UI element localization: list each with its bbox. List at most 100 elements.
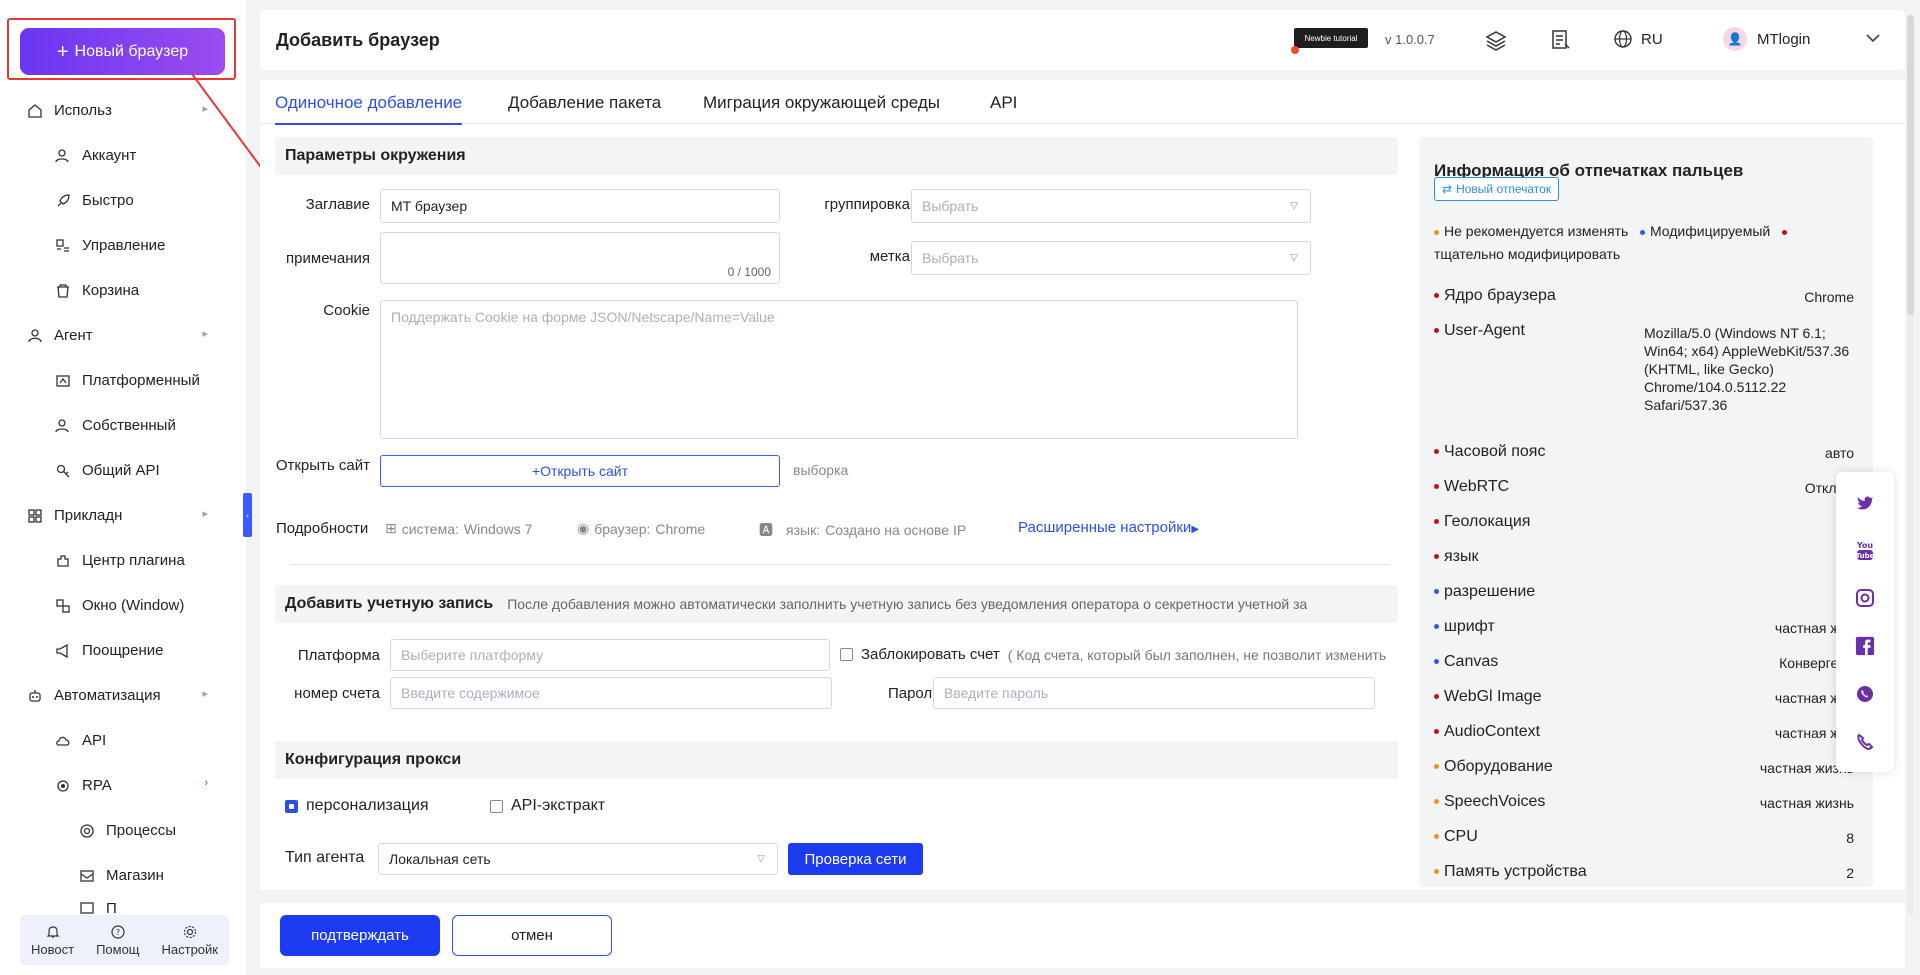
- tag-select[interactable]: Выбрать ▽: [911, 241, 1311, 275]
- document-list-icon[interactable]: [1549, 28, 1573, 52]
- sidebar-item-reward[interactable]: Поощрение: [0, 628, 246, 673]
- cloud-icon: [54, 732, 72, 750]
- name-input[interactable]: MT браузер: [380, 189, 780, 223]
- sidebar-item-api[interactable]: API: [0, 718, 246, 763]
- windows-icon: ⊞: [385, 520, 397, 536]
- twitter-icon[interactable]: [1855, 492, 1875, 512]
- fingerprint-panel: Информация об отпечатках пальцев ⇄ Новый…: [1419, 137, 1873, 887]
- fp-value: 2: [1846, 865, 1854, 881]
- sidebar-item-label: Магазин: [106, 867, 164, 884]
- network-check-button[interactable]: Проверка сети: [788, 843, 923, 875]
- account-number-input[interactable]: Введите содержимое: [390, 677, 832, 709]
- sidebar-item-label: Автоматизация: [54, 687, 161, 704]
- platform-label: Платформа: [297, 647, 380, 664]
- language-selector[interactable]: RU: [1613, 29, 1663, 49]
- sidebar-collapse-handle[interactable]: ‹: [243, 493, 252, 537]
- fp-row-hardware: Оборудование частная жизнь: [1434, 758, 1854, 782]
- lock-account-checkbox[interactable]: Заблокировать счет ( Код счета, который …: [840, 646, 1386, 663]
- settings-button[interactable]: Настройк: [162, 924, 218, 957]
- fp-value: 8: [1846, 830, 1854, 846]
- status-dot: [1434, 694, 1439, 700]
- status-dot: [1434, 624, 1439, 630]
- instagram-icon[interactable]: [1855, 588, 1875, 608]
- platform-select[interactable]: Выберите платформу: [390, 639, 830, 671]
- layers-icon[interactable]: [1484, 28, 1508, 52]
- sidebar-item-store[interactable]: Магазин: [0, 853, 246, 898]
- sidebar-item-automation[interactable]: Автоматизация ▸: [0, 673, 246, 718]
- tab-bar: Одиночное добавление Добавление пакета М…: [260, 80, 1905, 125]
- sidebar-item-window[interactable]: Окно (Window): [0, 583, 246, 628]
- selection-label: выборка: [793, 462, 849, 478]
- chevron-down-icon: ▽: [757, 853, 765, 865]
- chrome-icon: ◉: [577, 520, 590, 536]
- cookie-textarea[interactable]: Поддержать Cookie на форме JSON/Netscape…: [380, 300, 1298, 439]
- page-scrollbar[interactable]: [1907, 15, 1914, 915]
- viber-icon[interactable]: [1855, 732, 1875, 752]
- scrollbar-thumb[interactable]: [1907, 15, 1914, 315]
- agent-icon: [26, 327, 44, 345]
- robot-icon: [26, 687, 44, 705]
- status-dot: [1434, 293, 1439, 299]
- help-icon: ?: [111, 924, 125, 939]
- sidebar-item-platform[interactable]: Платформенный: [0, 358, 246, 403]
- fp-row-timezone: Часовой пояс авто: [1434, 443, 1854, 467]
- notes-textarea[interactable]: 0 / 1000: [380, 232, 780, 284]
- youtube-icon[interactable]: You Tube: [1855, 540, 1875, 560]
- legend-dot-orange: [1434, 229, 1439, 235]
- cancel-button[interactable]: отмен: [452, 915, 612, 956]
- password-input[interactable]: Введите пароль: [933, 677, 1375, 709]
- new-fingerprint-button[interactable]: ⇄ Новый отпечаток: [1434, 177, 1560, 201]
- personalization-checkbox[interactable]: персонализация: [285, 797, 429, 815]
- lock-account-hint: ( Код счета, который был заполнен, не по…: [1007, 646, 1387, 663]
- fp-row-user-agent: User-Agent Mozilla/5.0 (Windows NT 6.1; …: [1434, 322, 1854, 432]
- news-button[interactable]: Новост: [31, 924, 74, 957]
- status-dot: [1434, 554, 1439, 560]
- fp-key: Память устройства: [1444, 863, 1587, 880]
- open-site-button[interactable]: +Открыть сайт: [380, 455, 780, 487]
- whatsapp-icon[interactable]: [1855, 684, 1875, 704]
- facebook-icon[interactable]: [1855, 636, 1875, 656]
- user-menu[interactable]: 👤 MTlogin: [1723, 27, 1810, 51]
- fp-row-webgl-image: WebGl Image частная жиз: [1434, 688, 1854, 712]
- platform-icon: [54, 372, 72, 390]
- sidebar-item-rpa[interactable]: RPA ›: [0, 763, 246, 808]
- chevron-down-icon: ▽: [1290, 252, 1298, 264]
- rpa-icon: [54, 777, 72, 795]
- status-dot: [1434, 589, 1439, 595]
- status-dot: [1434, 869, 1439, 875]
- fp-row-language: язык ав: [1434, 548, 1854, 572]
- advanced-settings-link[interactable]: Расширенные настройки▶: [1018, 519, 1199, 536]
- api-extract-label: API-экстракт: [511, 797, 606, 814]
- sidebar-item-shared-api[interactable]: Общий API: [0, 448, 246, 493]
- tab-api[interactable]: API: [990, 93, 1017, 123]
- newbie-tutorial-badge[interactable]: Newbie tutorial: [1294, 28, 1368, 48]
- help-button[interactable]: ? Помощ: [96, 924, 140, 957]
- tab-batch-add[interactable]: Добавление пакета: [508, 93, 661, 123]
- fp-value: частная жизнь: [1759, 795, 1854, 811]
- sidebar-item-applied[interactable]: Прикладн ▸: [0, 493, 246, 538]
- chevron-down-icon[interactable]: [1866, 30, 1880, 47]
- fp-key: Геолокация: [1444, 513, 1531, 530]
- caret-right-icon: ▶: [1191, 524, 1200, 535]
- sidebar-item-own[interactable]: Собственный: [0, 403, 246, 448]
- api-extract-checkbox[interactable]: API-экстракт: [490, 797, 605, 815]
- svg-text:?: ?: [116, 928, 120, 937]
- sidebar-item-management[interactable]: Управление: [0, 223, 246, 268]
- fp-row-resolution: разрешение Е: [1434, 583, 1854, 607]
- api-extract-box: [490, 799, 503, 813]
- sidebar-item-processes[interactable]: Процессы: [0, 808, 246, 853]
- agent-type-select[interactable]: Локальная сеть ▽: [378, 843, 778, 875]
- tab-single-add[interactable]: Одиночное добавление: [275, 93, 463, 125]
- sidebar-item-agent[interactable]: Агент ▸: [0, 313, 246, 358]
- confirm-button[interactable]: подтверждать: [280, 915, 440, 956]
- megaphone-icon: [54, 642, 72, 660]
- tab-env-migration[interactable]: Миграция окружающей среды: [703, 93, 940, 123]
- fp-key: Canvas: [1444, 653, 1499, 670]
- env-section-header: Параметры окружения: [275, 137, 1398, 175]
- sidebar-item-plugin-center[interactable]: Центр плагина: [0, 538, 246, 583]
- sidebar-item-trash[interactable]: Корзина: [0, 268, 246, 313]
- browser-value: Chrome: [655, 520, 706, 537]
- grid-icon: [26, 507, 44, 525]
- group-select[interactable]: Выбрать ▽: [911, 189, 1311, 223]
- name-label: Заглавие: [305, 196, 370, 213]
